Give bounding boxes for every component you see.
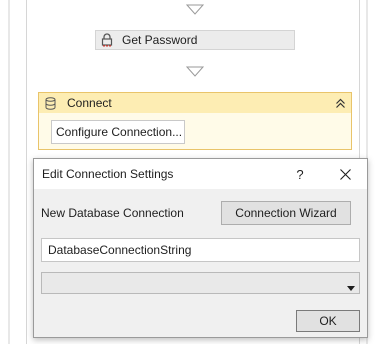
lock-icon <box>100 33 114 47</box>
dialog-title: Edit Connection Settings <box>42 167 174 181</box>
activity-label: Connect <box>67 96 112 110</box>
ok-button[interactable]: OK <box>296 310 360 332</box>
double-chevron-up-icon[interactable] <box>333 96 347 110</box>
activity-connect-header[interactable]: Connect <box>38 92 352 114</box>
sequence-left-edge <box>8 0 10 344</box>
close-icon[interactable] <box>330 159 360 189</box>
configure-connection-button[interactable]: Configure Connection... <box>51 120 185 144</box>
database-icon <box>43 96 57 110</box>
new-database-connection-label: New Database Connection <box>41 206 184 220</box>
connection-wizard-button[interactable]: Connection Wizard <box>221 201 351 225</box>
help-button[interactable]: ? <box>289 159 311 189</box>
provider-dropdown[interactable] <box>41 272 360 294</box>
connection-string-input[interactable] <box>41 238 360 262</box>
activity-label: Get Password <box>122 33 198 47</box>
activity-get-password[interactable]: Get Password <box>95 30 295 50</box>
dialog-titlebar[interactable]: Edit Connection Settings ? <box>34 159 367 189</box>
dropdown-arrow-icon <box>347 280 355 294</box>
